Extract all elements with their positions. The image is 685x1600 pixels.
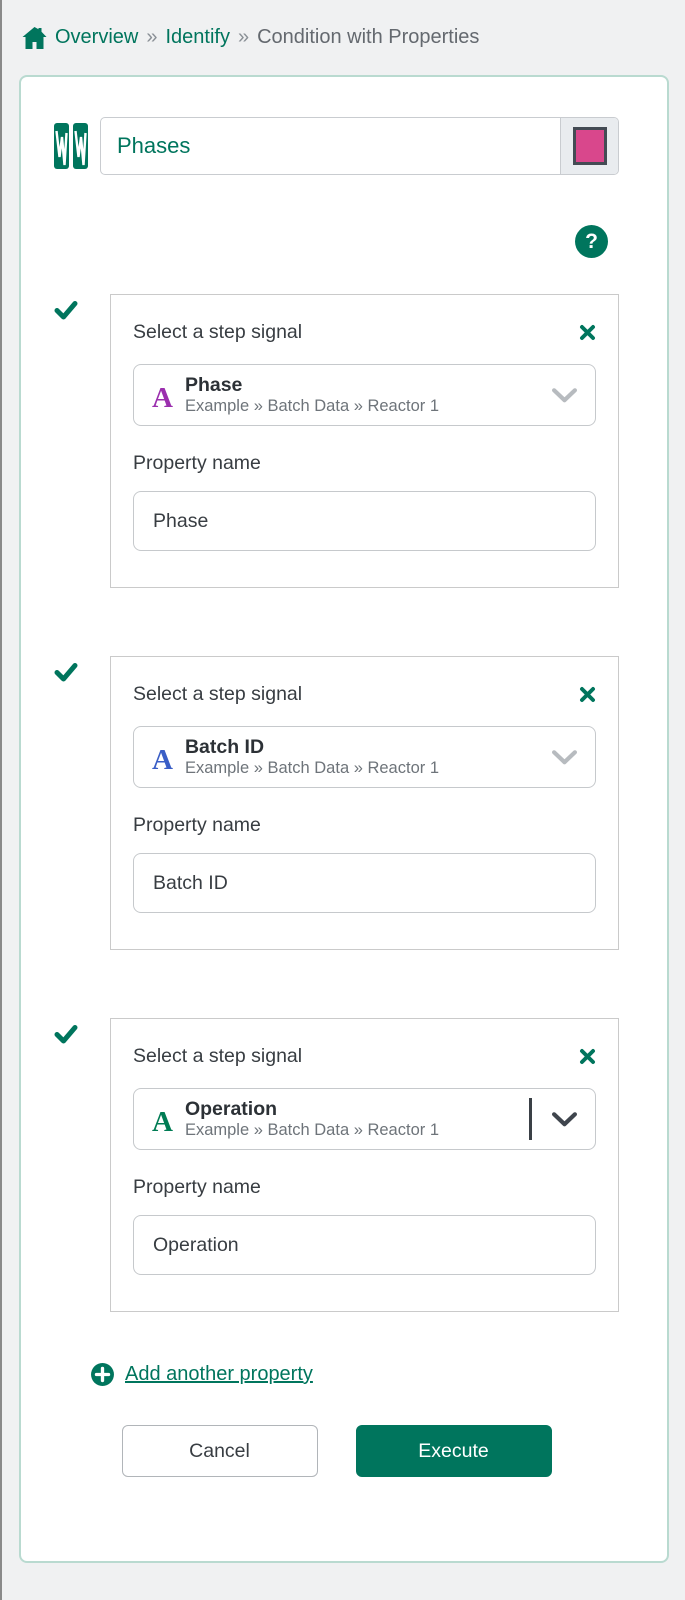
breadcrumb-overview[interactable]: Overview [55,26,138,49]
signal-path: Example » Batch Data » Reactor 1 [185,759,439,778]
home-icon[interactable] [22,27,47,49]
add-another-property-link[interactable]: Add another property [125,1363,313,1386]
property-row: Select a step signal A Operation Example… [54,1018,619,1312]
tool-panel: ? Select a step signal A Phase Example »… [19,75,669,1563]
string-signal-icon: A [152,1108,173,1137]
property-name-label: Property name [133,814,596,837]
remove-property-icon[interactable] [579,1048,596,1065]
signal-select[interactable]: A Operation Example » Batch Data » React… [133,1088,596,1150]
select-signal-label: Select a step signal [133,321,302,344]
condition-name-row [54,117,619,175]
help-icon[interactable]: ? [575,225,608,258]
property-name-input[interactable] [133,853,596,913]
select-signal-label: Select a step signal [133,683,302,706]
property-card: Select a step signal A Operation Example… [110,1018,619,1312]
selected-signal: Operation Example » Batch Data » Reactor… [185,1098,439,1140]
string-signal-icon: A [152,384,173,413]
help-row: ? [54,225,619,258]
string-signal-icon: A [152,746,173,775]
valid-checkmark-icon [54,1018,110,1312]
condition-with-properties-tool-icon [54,121,88,171]
breadcrumb-identify[interactable]: Identify [165,26,229,49]
add-another-property[interactable]: Add another property [90,1362,619,1387]
remove-property-icon[interactable] [579,686,596,703]
chevron-down-icon [552,1112,577,1127]
action-buttons: Cancel Execute [54,1425,619,1477]
selected-signal: Phase Example » Batch Data » Reactor 1 [185,374,439,416]
breadcrumb: Overview » Identify » Condition with Pro… [2,0,685,49]
property-card: Select a step signal A Batch ID Example … [110,656,619,950]
signal-select[interactable]: A Phase Example » Batch Data » Reactor 1 [133,364,596,426]
condition-name-input[interactable] [101,118,560,174]
cancel-button[interactable]: Cancel [122,1425,318,1477]
breadcrumb-separator: » [238,26,249,49]
property-row: Select a step signal A Batch ID Example … [54,656,619,950]
text-cursor [529,1098,532,1140]
property-name-input[interactable] [133,1215,596,1275]
signal-name: Operation [185,1098,439,1121]
selected-signal: Batch ID Example » Batch Data » Reactor … [185,736,439,778]
chevron-down-icon [552,750,577,765]
property-name-input[interactable] [133,491,596,551]
property-card: Select a step signal A Phase Example » B… [110,294,619,588]
property-name-label: Property name [133,1176,596,1199]
valid-checkmark-icon [54,656,110,950]
signal-path: Example » Batch Data » Reactor 1 [185,397,439,416]
property-name-label: Property name [133,452,596,475]
valid-checkmark-icon [54,294,110,588]
breadcrumb-current-page: Condition with Properties [257,26,479,49]
property-row: Select a step signal A Phase Example » B… [54,294,619,588]
signal-path: Example » Batch Data » Reactor 1 [185,1121,439,1140]
signal-select[interactable]: A Batch ID Example » Batch Data » Reacto… [133,726,596,788]
plus-circle-icon[interactable] [90,1362,115,1387]
breadcrumb-separator: » [146,26,157,49]
chevron-down-icon [552,388,577,403]
signal-name: Batch ID [185,736,439,759]
color-picker-button[interactable] [560,118,618,174]
select-signal-label: Select a step signal [133,1045,302,1068]
signal-name: Phase [185,374,439,397]
remove-property-icon[interactable] [579,324,596,341]
execute-button[interactable]: Execute [356,1425,552,1477]
color-swatch [573,127,607,165]
condition-name-group [100,117,619,175]
